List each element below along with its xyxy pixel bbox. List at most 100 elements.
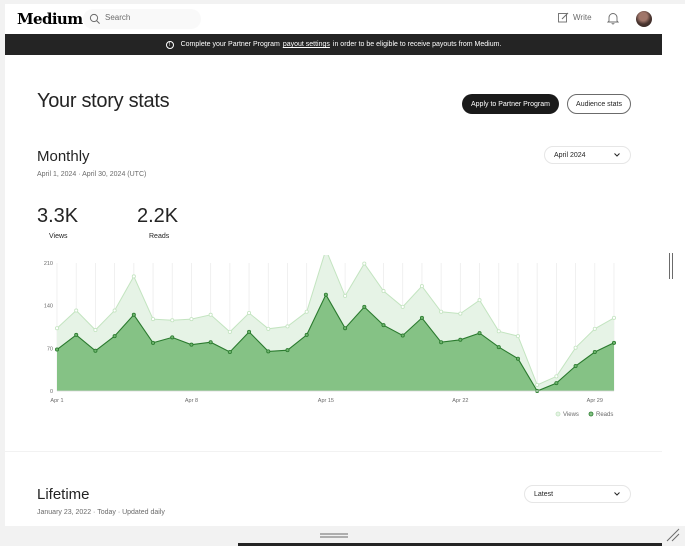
y-tick-label: 140 bbox=[44, 304, 53, 310]
data-point-views bbox=[266, 326, 271, 331]
data-point-reads bbox=[285, 348, 290, 353]
search-icon bbox=[89, 13, 100, 24]
data-point-views bbox=[170, 318, 175, 323]
banner-text-before: Complete your Partner Program bbox=[180, 41, 280, 48]
data-point-views bbox=[400, 304, 405, 309]
search-placeholder: Search bbox=[105, 13, 131, 22]
monthly-heading: Monthly bbox=[37, 148, 90, 165]
data-point-reads bbox=[612, 340, 617, 345]
monthly-date-range: April 1, 2024 · April 30, 2024 (UTC) bbox=[37, 171, 147, 178]
data-point-reads bbox=[189, 342, 194, 347]
legend-label-reads: Reads bbox=[596, 412, 613, 418]
data-point-reads bbox=[151, 340, 156, 345]
data-point-views bbox=[285, 324, 290, 329]
section-divider bbox=[5, 451, 662, 452]
lifetime-sort-select[interactable]: Latest bbox=[524, 485, 631, 503]
data-point-views bbox=[343, 293, 348, 298]
stats-page: Medium Search Write ! Complete your Part… bbox=[0, 0, 685, 546]
x-tick-label: Apr 29 bbox=[587, 398, 603, 404]
partner-program-banner: ! Complete your Partner Program payout s… bbox=[5, 34, 662, 55]
write-icon bbox=[558, 12, 569, 23]
data-point-reads bbox=[170, 335, 175, 340]
payout-settings-link[interactable]: payout settings bbox=[283, 41, 330, 48]
data-point-views bbox=[304, 309, 309, 314]
data-point-views bbox=[189, 317, 194, 322]
data-point-views bbox=[227, 329, 232, 334]
data-point-reads bbox=[227, 349, 232, 354]
data-point-views bbox=[496, 329, 501, 334]
data-point-reads bbox=[208, 340, 213, 345]
legend-marker-reads bbox=[588, 411, 594, 417]
window-left-edge bbox=[0, 0, 5, 528]
data-point-views bbox=[93, 328, 98, 333]
data-point-views bbox=[74, 308, 79, 313]
views-label: Views bbox=[49, 233, 68, 240]
lifetime-date-range: January 23, 2022 · Today · Updated daily bbox=[37, 509, 165, 516]
data-point-views bbox=[247, 310, 252, 315]
top-navbar: Medium Search Write bbox=[5, 4, 662, 34]
y-tick-label: 210 bbox=[44, 261, 53, 267]
data-point-views bbox=[439, 309, 444, 314]
data-point-reads bbox=[112, 334, 117, 339]
data-point-views bbox=[381, 289, 386, 294]
data-point-views bbox=[535, 382, 540, 387]
page-title: Your story stats bbox=[37, 90, 170, 112]
x-tick-label: Apr 15 bbox=[318, 398, 334, 404]
chevron-down-icon bbox=[614, 492, 620, 496]
data-point-reads bbox=[592, 349, 597, 354]
x-tick-label: Apr 8 bbox=[185, 398, 198, 404]
data-point-reads bbox=[323, 292, 328, 297]
data-point-reads bbox=[247, 329, 252, 334]
data-point-views bbox=[54, 326, 59, 331]
data-point-views bbox=[554, 374, 559, 379]
views-total: 3.3K bbox=[37, 205, 79, 227]
data-point-reads bbox=[381, 323, 386, 328]
lifetime-heading: Lifetime bbox=[37, 486, 90, 503]
vertical-scroll-handle[interactable] bbox=[669, 253, 673, 279]
data-point-views bbox=[362, 261, 367, 266]
write-label: Write bbox=[573, 13, 592, 22]
chevron-down-icon bbox=[614, 153, 620, 157]
data-point-views bbox=[151, 317, 156, 322]
data-point-views bbox=[515, 334, 520, 339]
data-point-reads bbox=[515, 356, 520, 361]
user-avatar[interactable] bbox=[636, 11, 652, 27]
data-point-reads bbox=[496, 345, 501, 350]
data-point-views bbox=[208, 312, 213, 317]
data-point-reads bbox=[477, 331, 482, 336]
data-point-reads bbox=[573, 364, 578, 369]
reads-label: Reads bbox=[149, 233, 170, 240]
data-point-views bbox=[419, 284, 424, 289]
data-point-views bbox=[112, 308, 117, 313]
notifications-bell-icon[interactable] bbox=[607, 12, 619, 25]
data-point-views bbox=[592, 326, 597, 331]
data-point-reads bbox=[54, 347, 59, 352]
data-point-reads bbox=[343, 326, 348, 331]
drag-handle-icon[interactable] bbox=[320, 533, 348, 539]
search-input[interactable]: Search bbox=[83, 9, 201, 29]
data-point-reads bbox=[74, 332, 79, 337]
legend-label-views: Views bbox=[563, 412, 579, 418]
month-select[interactable]: April 2024 bbox=[544, 146, 631, 164]
x-tick-label: Apr 1 bbox=[50, 398, 63, 404]
apply-partner-program-button[interactable]: Apply to Partner Program bbox=[462, 94, 559, 114]
data-point-reads bbox=[304, 332, 309, 337]
audience-stats-button[interactable]: Audience stats bbox=[567, 94, 631, 114]
month-select-value: April 2024 bbox=[554, 151, 586, 159]
info-icon: ! bbox=[165, 40, 174, 49]
data-point-reads bbox=[400, 333, 405, 338]
data-point-reads bbox=[131, 312, 136, 317]
write-button[interactable]: Write bbox=[558, 12, 592, 23]
data-point-views bbox=[612, 315, 617, 320]
medium-logo[interactable]: Medium bbox=[17, 10, 83, 28]
resize-grip-icon[interactable] bbox=[666, 528, 680, 542]
reads-total: 2.2K bbox=[137, 205, 179, 227]
data-point-reads bbox=[266, 349, 271, 354]
x-tick-label: Apr 22 bbox=[452, 398, 468, 404]
data-point-reads bbox=[554, 381, 559, 386]
y-tick-label: 0 bbox=[50, 389, 53, 395]
data-point-reads bbox=[93, 348, 98, 353]
data-point-views bbox=[131, 274, 136, 279]
data-point-views bbox=[573, 345, 578, 350]
data-point-reads bbox=[419, 315, 424, 320]
